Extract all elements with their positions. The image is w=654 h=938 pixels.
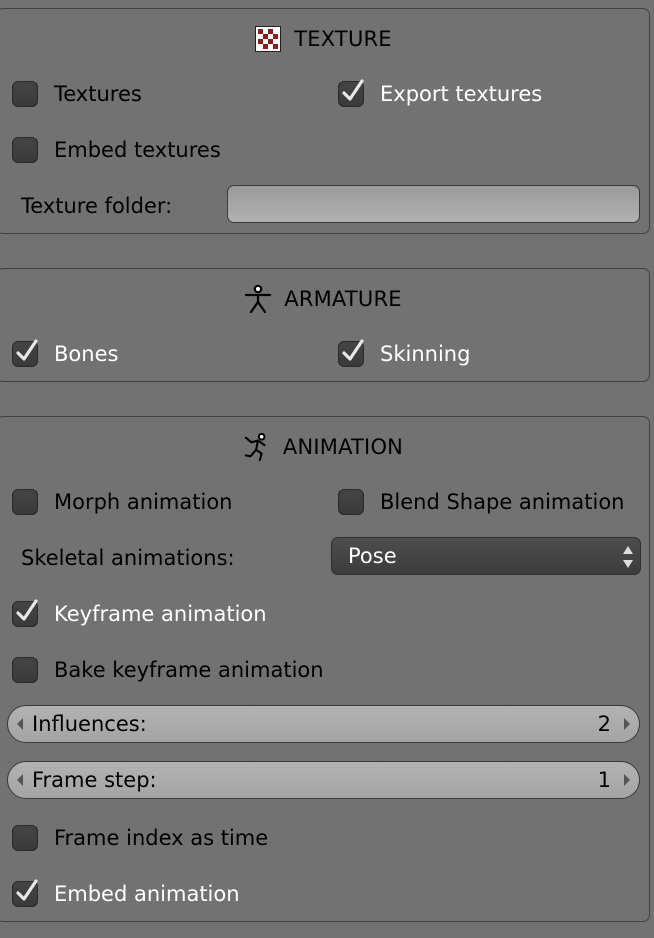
textures-checkbox[interactable] <box>12 81 38 107</box>
influences-value: 2 <box>597 712 611 736</box>
bake-keyframe-animation-checkbox-row[interactable]: Bake keyframe animation <box>12 650 324 690</box>
frame-index-as-time-checkbox[interactable] <box>12 825 38 851</box>
skeletal-animations-value: Pose <box>348 544 397 568</box>
frame-step-number-field[interactable]: Frame step: 1 <box>7 761 640 799</box>
keyframe-animation-checkbox-row[interactable]: Keyframe animation <box>12 594 267 634</box>
embed-animation-checkbox-row[interactable]: Embed animation <box>12 874 240 914</box>
texture-folder-row: Texture folder: <box>21 186 172 226</box>
bake-keyframe-animation-label: Bake keyframe animation <box>54 658 324 682</box>
skeletal-animations-label: Skeletal animations: <box>21 546 235 570</box>
decrement-arrow-icon[interactable] <box>8 706 32 742</box>
checkmark-icon <box>16 879 38 901</box>
morph-animation-checkbox-row[interactable]: Morph animation <box>12 482 232 522</box>
texture-panel-title: TEXTURE <box>294 27 392 51</box>
embed-animation-label: Embed animation <box>54 882 240 906</box>
frame-step-label: Frame step: <box>32 768 157 792</box>
texture-folder-label: Texture folder: <box>21 194 173 218</box>
frame-step-value: 1 <box>597 768 611 792</box>
morph-animation-label: Morph animation <box>54 490 233 514</box>
texture-panel-header[interactable]: TEXTURE <box>0 19 649 59</box>
blend-shape-animation-label: Blend Shape animation <box>380 490 625 514</box>
frame-index-as-time-checkbox-row[interactable]: Frame index as time <box>12 818 268 858</box>
texture-folder-input[interactable] <box>227 185 640 223</box>
animation-panel-header[interactable]: ANIMATION <box>0 427 649 467</box>
skinning-label: Skinning <box>380 342 471 366</box>
checkmark-icon <box>342 79 364 101</box>
checkmark-icon <box>16 599 38 621</box>
textures-checkbox-row[interactable]: Textures <box>12 74 142 114</box>
armature-panel-title: ARMATURE <box>284 287 402 311</box>
bones-label: Bones <box>54 342 119 366</box>
textures-label: Textures <box>54 82 142 106</box>
running-figure-icon <box>243 432 271 462</box>
embed-textures-checkbox[interactable] <box>12 137 38 163</box>
keyframe-animation-checkbox[interactable] <box>12 599 38 627</box>
frame-index-as-time-label: Frame index as time <box>54 826 269 850</box>
animation-panel-title: ANIMATION <box>282 435 404 459</box>
skeletal-animations-select[interactable]: Pose <box>331 537 641 575</box>
armature-figure-icon <box>244 284 272 314</box>
skinning-checkbox-row[interactable]: Skinning <box>338 334 470 374</box>
bones-checkbox[interactable] <box>12 339 38 367</box>
keyframe-animation-label: Keyframe animation <box>54 602 267 626</box>
export-textures-checkbox-row[interactable]: Export textures <box>338 74 542 114</box>
blend-shape-animation-checkbox[interactable] <box>338 489 364 515</box>
up-down-arrows-icon <box>623 546 633 568</box>
export-textures-label: Export textures <box>380 82 543 106</box>
checkmark-icon <box>16 339 38 361</box>
checkmark-icon <box>342 339 364 361</box>
influences-number-field[interactable]: Influences: 2 <box>7 705 640 743</box>
embed-textures-label: Embed textures <box>54 138 221 162</box>
bones-checkbox-row[interactable]: Bones <box>12 334 118 374</box>
skinning-checkbox[interactable] <box>338 339 364 367</box>
bake-keyframe-animation-checkbox[interactable] <box>12 657 38 683</box>
increment-arrow-icon[interactable] <box>615 706 639 742</box>
skeletal-animations-row: Skeletal animations: <box>21 538 235 578</box>
armature-panel-header[interactable]: ARMATURE <box>0 279 649 319</box>
decrement-arrow-icon[interactable] <box>8 762 32 798</box>
increment-arrow-icon[interactable] <box>615 762 639 798</box>
embed-textures-checkbox-row[interactable]: Embed textures <box>12 130 221 170</box>
export-textures-checkbox[interactable] <box>338 79 364 107</box>
morph-animation-checkbox[interactable] <box>12 489 38 515</box>
blend-shape-animation-checkbox-row[interactable]: Blend Shape animation <box>338 482 624 522</box>
embed-animation-checkbox[interactable] <box>12 879 38 907</box>
checker-texture-icon <box>254 25 282 53</box>
influences-label: Influences: <box>32 712 147 736</box>
